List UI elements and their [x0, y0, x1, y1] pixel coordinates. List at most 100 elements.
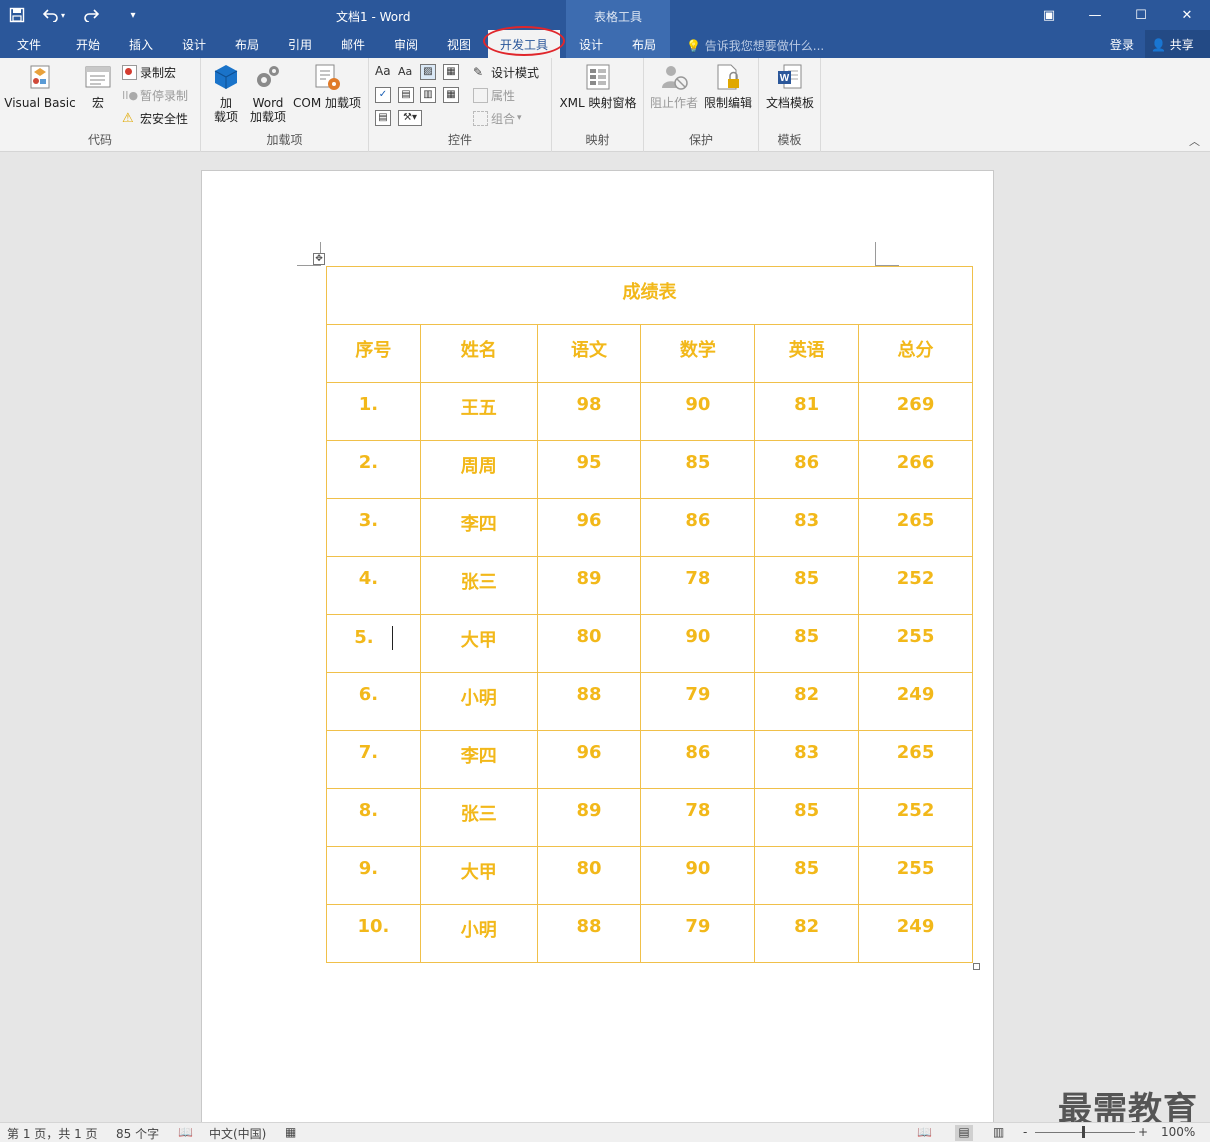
- table-cell[interactable]: 78: [640, 788, 756, 847]
- proofing-icon[interactable]: 📖: [178, 1125, 193, 1139]
- table-cell[interactable]: 张三: [419, 556, 538, 615]
- table-resize-handle[interactable]: [973, 963, 980, 970]
- tab-references[interactable]: 引用: [288, 36, 312, 53]
- close-icon[interactable]: ✕: [1164, 0, 1210, 30]
- table-cell[interactable]: 83: [754, 730, 860, 789]
- design-mode-button[interactable]: ✎ 设计模式: [473, 63, 539, 81]
- table-cell[interactable]: 小明: [419, 672, 538, 731]
- share-button[interactable]: 👤 共享: [1145, 30, 1210, 58]
- table-cell[interactable]: 4.: [326, 556, 421, 615]
- table-cell[interactable]: 7.: [326, 730, 421, 789]
- table-cell-with-cursor[interactable]: 5.: [326, 614, 421, 673]
- zoom-in-button[interactable]: +: [1138, 1125, 1148, 1139]
- zoom-out-button[interactable]: -: [1023, 1125, 1027, 1139]
- macro-security-button[interactable]: ⚠ 宏安全性: [122, 109, 188, 127]
- table-move-handle-icon[interactable]: ✥: [313, 253, 325, 265]
- legacy-tools-icon[interactable]: ⚒▾: [398, 110, 422, 126]
- language-status[interactable]: 中文(中国): [209, 1125, 266, 1142]
- print-layout-icon[interactable]: ▤: [955, 1125, 973, 1141]
- table-cell[interactable]: 2.: [326, 440, 421, 499]
- tell-me-box[interactable]: 💡 告诉我您想要做什么...: [686, 37, 824, 54]
- tab-home[interactable]: 开始: [76, 36, 100, 53]
- rich-text-control-icon[interactable]: Aa: [375, 64, 391, 78]
- addins-button[interactable]: 加 载项: [209, 62, 243, 124]
- table-cell[interactable]: 98: [536, 382, 642, 441]
- table-cell[interactable]: 79: [640, 904, 756, 963]
- table-cell[interactable]: 1.: [326, 382, 421, 441]
- table-cell[interactable]: 85: [754, 556, 860, 615]
- table-cell[interactable]: 95: [536, 440, 642, 499]
- properties-button[interactable]: 属性: [473, 86, 515, 104]
- redo-icon[interactable]: [74, 0, 108, 30]
- tab-view[interactable]: 视图: [447, 36, 471, 53]
- table-cell[interactable]: 81: [754, 382, 860, 441]
- xml-mapping-pane-button[interactable]: XML 映射窗格: [556, 62, 640, 110]
- word-addins-button[interactable]: Word 加载项: [247, 62, 289, 124]
- picture-control-icon[interactable]: ▨: [420, 64, 436, 80]
- table-cell[interactable]: 3.: [326, 498, 421, 557]
- zoom-slider-thumb[interactable]: [1082, 1126, 1085, 1138]
- table-cell[interactable]: 李四: [419, 498, 538, 557]
- table-cell[interactable]: 266: [858, 440, 973, 499]
- table-cell[interactable]: 10.: [326, 904, 421, 963]
- table-cell[interactable]: 86: [640, 498, 756, 557]
- tab-layout[interactable]: 布局: [235, 36, 259, 53]
- ribbon-display-options-icon[interactable]: ▣: [1026, 0, 1072, 30]
- page-count[interactable]: 第 1 页，共 1 页: [7, 1125, 98, 1142]
- table-cell[interactable]: 大甲: [419, 846, 538, 905]
- group-button[interactable]: 组合 ▾: [473, 109, 522, 127]
- document-template-button[interactable]: W 文档模板: [762, 62, 818, 110]
- table-cell[interactable]: 82: [754, 904, 860, 963]
- table-cell[interactable]: 249: [858, 672, 973, 731]
- web-layout-icon[interactable]: ▥: [993, 1125, 1004, 1139]
- plain-text-control-icon[interactable]: Aa: [398, 65, 412, 78]
- tab-file[interactable]: 文件: [17, 36, 41, 53]
- table-cell[interactable]: 78: [640, 556, 756, 615]
- table-cell[interactable]: 90: [640, 382, 756, 441]
- com-addins-button[interactable]: COM 加载项: [291, 62, 363, 110]
- collapse-ribbon-icon[interactable]: ︿: [1189, 133, 1200, 149]
- table-cell[interactable]: 6.: [326, 672, 421, 731]
- tab-insert[interactable]: 插入: [129, 36, 153, 53]
- block-authors-button[interactable]: 阻止作者: [648, 62, 700, 110]
- login-link[interactable]: 登录: [1110, 36, 1134, 53]
- tab-review[interactable]: 审阅: [394, 36, 418, 53]
- table-cell[interactable]: 88: [536, 672, 642, 731]
- restrict-editing-button[interactable]: 限制编辑: [700, 62, 756, 110]
- tab-mailings[interactable]: 邮件: [341, 36, 365, 53]
- pause-recording-button[interactable]: II● 暂停录制: [122, 86, 188, 104]
- table-cell[interactable]: 90: [640, 614, 756, 673]
- table-cell[interactable]: 83: [754, 498, 860, 557]
- table-cell[interactable]: 周周: [419, 440, 538, 499]
- table-cell[interactable]: 249: [858, 904, 973, 963]
- table-cell[interactable]: 张三: [419, 788, 538, 847]
- customize-qat-icon[interactable]: ▾: [116, 0, 150, 30]
- record-macro-button[interactable]: 录制宏: [122, 63, 176, 81]
- tab-developer[interactable]: 开发工具: [488, 30, 561, 58]
- table-cell[interactable]: 9.: [326, 846, 421, 905]
- header-cell[interactable]: 语文: [536, 324, 642, 383]
- zoom-level[interactable]: 100%: [1161, 1125, 1195, 1139]
- table-cell[interactable]: 85: [640, 440, 756, 499]
- save-icon[interactable]: [0, 0, 34, 30]
- header-cell[interactable]: 总分: [858, 324, 973, 383]
- header-cell[interactable]: 序号: [326, 324, 421, 383]
- header-cell[interactable]: 数学: [640, 324, 756, 383]
- maximize-icon[interactable]: ☐: [1118, 0, 1164, 30]
- table-cell[interactable]: 李四: [419, 730, 538, 789]
- table-cell[interactable]: 85: [754, 614, 860, 673]
- table-cell[interactable]: 255: [858, 614, 973, 673]
- repeating-section-control-icon[interactable]: ▤: [375, 110, 391, 126]
- table-cell[interactable]: 265: [858, 730, 973, 789]
- table-cell[interactable]: 88: [536, 904, 642, 963]
- visual-basic-button[interactable]: Visual Basic: [4, 62, 76, 110]
- table-cell[interactable]: 96: [536, 498, 642, 557]
- tab-design[interactable]: 设计: [182, 36, 206, 53]
- header-cell[interactable]: 姓名: [419, 324, 538, 383]
- table-cell[interactable]: 269: [858, 382, 973, 441]
- table-cell[interactable]: 王五: [419, 382, 538, 441]
- table-cell[interactable]: 89: [536, 788, 642, 847]
- table-cell[interactable]: 86: [754, 440, 860, 499]
- word-count[interactable]: 85 个字: [116, 1125, 159, 1142]
- tab-table-layout[interactable]: 布局: [632, 36, 656, 53]
